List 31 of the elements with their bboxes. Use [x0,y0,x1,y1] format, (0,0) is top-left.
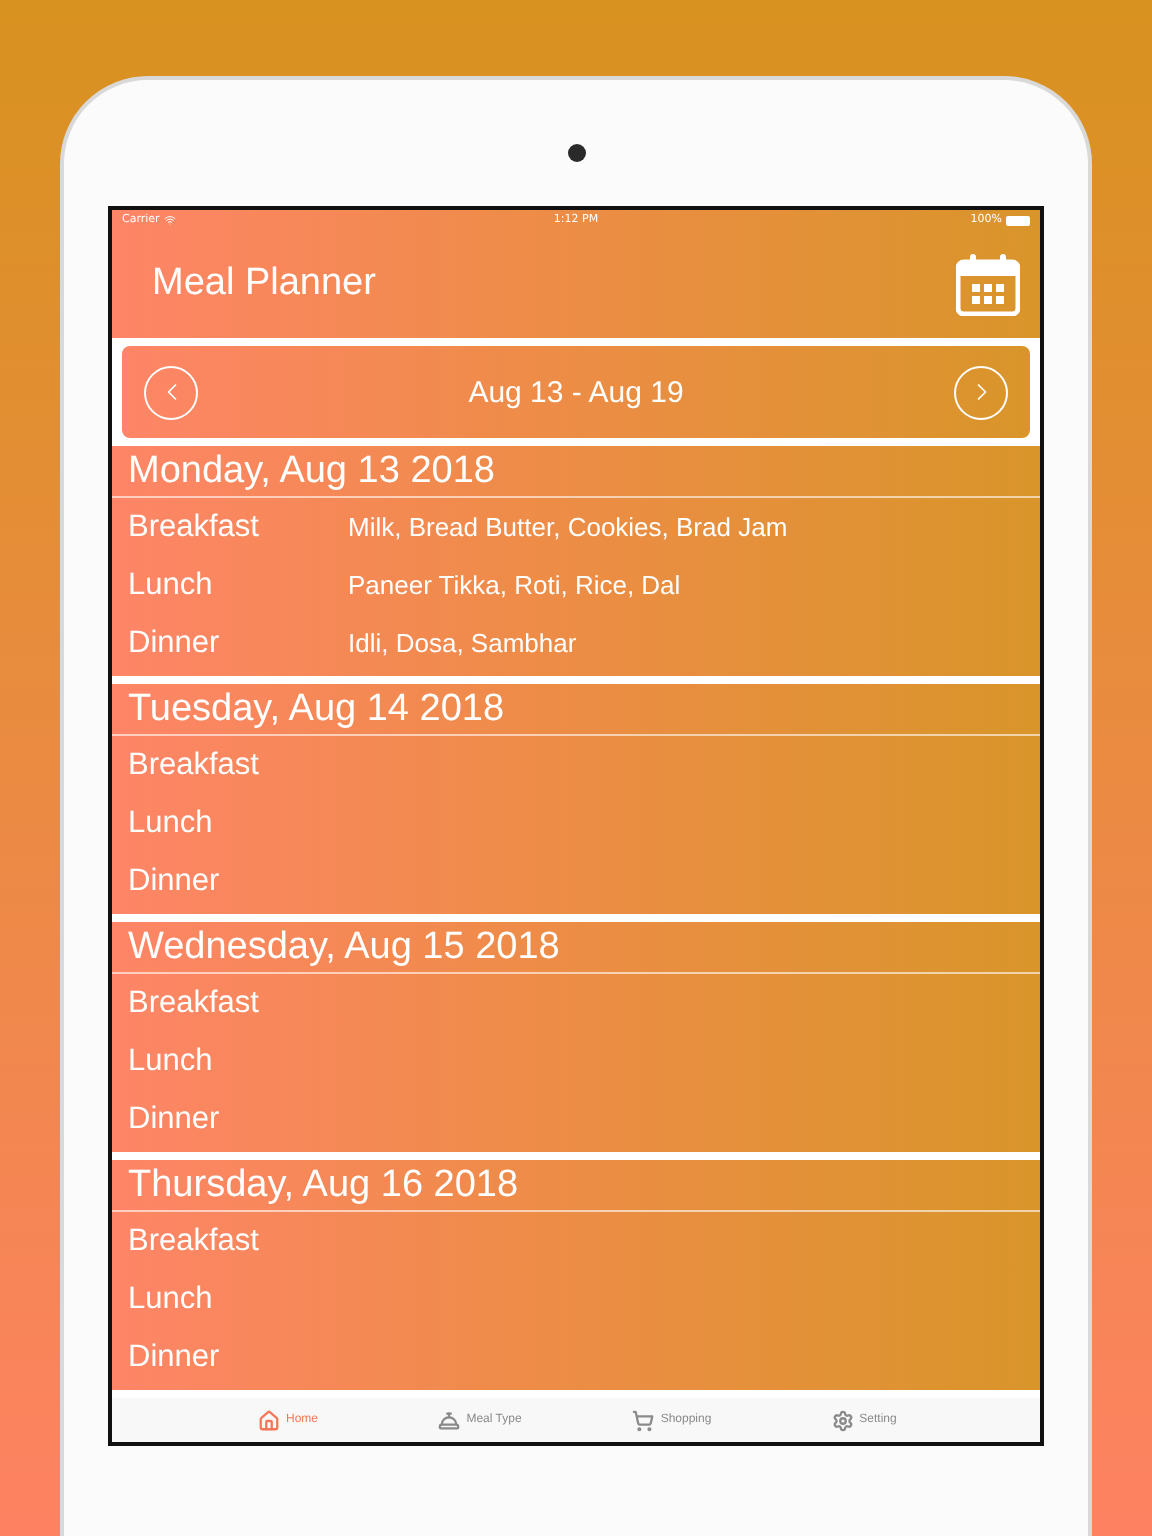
meal-label[interactable]: Breakfast [128,985,348,1021]
wifi-icon [163,214,176,226]
cloche-icon [438,1409,461,1431]
meal-label[interactable]: Dinner [128,863,348,899]
day-title: Tuesday, Aug 14 2018 [112,684,1040,736]
meal-label[interactable]: Lunch [128,805,348,841]
meal-label[interactable]: Lunch [128,567,348,603]
meal-label[interactable]: Dinner [128,1339,348,1375]
calendar-icon[interactable] [956,252,1020,316]
day-title: Thursday, Aug 16 2018 [112,1160,1040,1212]
meal-label[interactable]: Breakfast [128,509,348,545]
meal-label[interactable]: Dinner [128,625,348,661]
meal-label[interactable]: Breakfast [128,1223,348,1259]
meal-label[interactable]: Lunch [128,1281,348,1317]
day-title: Wednesday, Aug 15 2018 [112,922,1040,974]
meal-label[interactable]: Lunch [128,1043,348,1079]
battery-icon [1005,215,1030,225]
next-week-button[interactable] [954,365,1008,419]
cart-icon [632,1409,655,1431]
meal-items: Milk, Bread Butter, Cookies, Brad Jam [348,512,788,542]
home-icon [257,1409,280,1431]
app-title: Meal Planner [152,262,376,306]
meal-items: Paneer Tikka, Roti, Rice, Dal [348,570,681,600]
day-title: Monday, Aug 13 2018 [112,446,1040,498]
previous-week-button[interactable] [144,365,198,419]
meal-items: Idli, Dosa, Sambhar [348,628,577,658]
camera-dot [567,144,585,162]
week-range: Aug 13 - Aug 19 [468,375,684,409]
settings-icon [831,1409,854,1431]
meal-label[interactable]: Breakfast [128,747,348,783]
meal-label[interactable]: Dinner [128,1101,348,1137]
